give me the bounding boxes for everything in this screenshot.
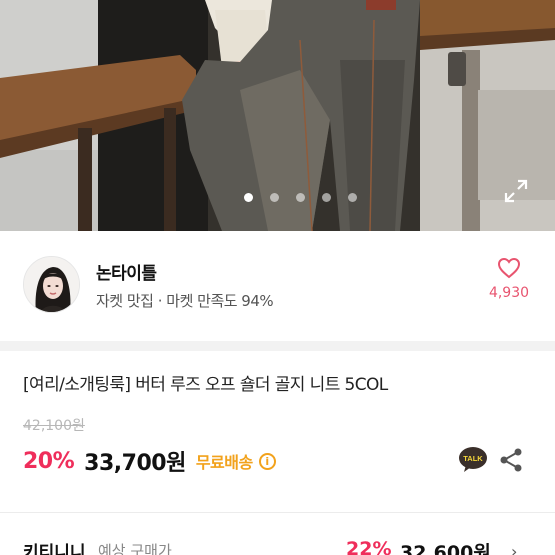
heart-outline-icon <box>497 257 521 279</box>
section-divider <box>0 341 555 351</box>
price-row: 20% 33,700원 무료배송 i <box>23 446 276 476</box>
related-price: 32,600원 <box>400 542 491 555</box>
share-icon[interactable] <box>498 447 524 473</box>
sale-price: 33,700원 <box>84 451 186 476</box>
related-item-row[interactable]: 키티니니 예상 구매가 22% 32,600원 › <box>0 538 555 555</box>
carousel-indicators <box>0 193 555 202</box>
like-count: 4,930 <box>488 285 530 301</box>
fullscreen-icon[interactable] <box>503 178 529 204</box>
product-image-carousel[interactable] <box>0 0 555 231</box>
related-discount-rate: 22% <box>346 538 392 555</box>
carousel-dot-2[interactable] <box>270 193 279 202</box>
original-price: 42,100원 <box>23 418 85 434</box>
product-title: [여리/소개팅룩] 버터 루즈 오프 숄더 골지 니트 5COL <box>23 375 388 395</box>
seller-info[interactable]: 논타이틀 자켓 맛집 · 마켓 만족도 94% 4,930 <box>0 231 555 341</box>
carousel-dot-1[interactable] <box>244 193 253 202</box>
discount-rate: 20% <box>23 448 75 474</box>
info-icon[interactable]: i <box>258 452 276 470</box>
seller-name[interactable]: 논타이틀 <box>96 259 157 284</box>
chevron-right-icon[interactable]: › <box>511 542 517 555</box>
related-subtitle: 예상 구매가 <box>98 542 172 555</box>
talk-bubble-icon: TALK <box>459 447 487 472</box>
carousel-dot-5[interactable] <box>348 193 357 202</box>
talk-label: TALK <box>463 454 483 463</box>
carousel-dot-3[interactable] <box>296 193 305 202</box>
talk-button[interactable]: TALK <box>458 446 488 474</box>
seller-subtitle: 자켓 맛집 · 마켓 만족도 94% <box>96 292 274 310</box>
related-brand: 키티니니 <box>23 543 86 555</box>
free-shipping-label: 무료배송 <box>195 453 253 472</box>
like-button[interactable]: 4,930 <box>480 257 538 301</box>
seller-avatar[interactable] <box>23 256 80 313</box>
carousel-dot-4[interactable] <box>322 193 331 202</box>
section-divider-thin <box>0 512 555 513</box>
